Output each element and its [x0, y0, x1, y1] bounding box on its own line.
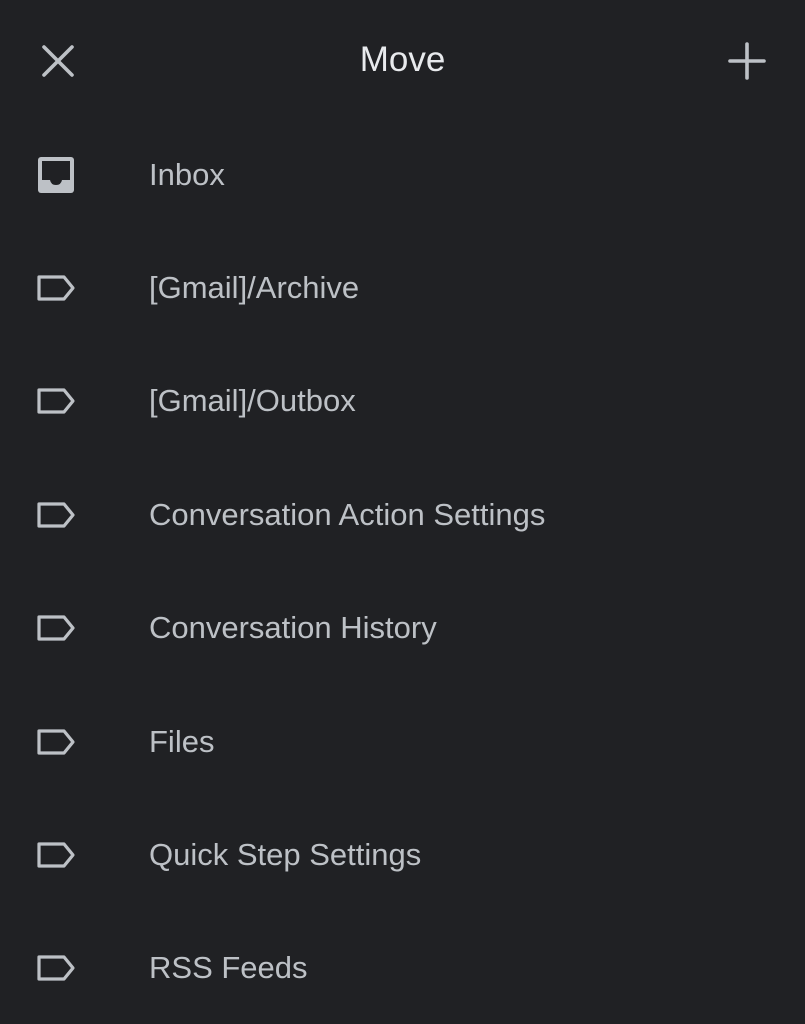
label-icon — [37, 615, 75, 641]
folder-label: Conversation History — [149, 610, 437, 646]
folder-item-gmail-outbox[interactable]: [Gmail]/Outbox — [0, 345, 805, 458]
folder-label: [Gmail]/Archive — [149, 270, 360, 306]
move-dialog: Move Inbox [Gmail]/Archive [Gmail]/Outbo… — [0, 0, 805, 1024]
folder-item-rss-feeds[interactable]: RSS Feeds — [0, 912, 805, 1024]
label-icon — [37, 388, 75, 415]
folder-item-quick-step-settings[interactable]: Quick Step Settings — [0, 798, 805, 911]
inbox-icon — [38, 156, 74, 193]
folder-label: Files — [149, 723, 215, 759]
folder-label: RSS Feeds — [149, 950, 308, 986]
label-icon — [37, 842, 75, 868]
add-folder-button[interactable] — [715, 29, 779, 93]
folder-label: Quick Step Settings — [149, 837, 422, 873]
add-icon — [728, 42, 766, 80]
folder-item-conversation-action-settings[interactable]: Conversation Action Settings — [0, 458, 805, 571]
label-icon — [37, 729, 75, 755]
dialog-header: Move — [0, 0, 805, 120]
folder-label: Inbox — [149, 156, 225, 192]
label-icon — [37, 502, 75, 528]
folder-list: Inbox [Gmail]/Archive [Gmail]/Outbox Con… — [0, 118, 805, 1024]
folder-item-gmail-archive[interactable]: [Gmail]/Archive — [0, 231, 805, 344]
label-icon — [37, 955, 75, 982]
folder-item-conversation-history[interactable]: Conversation History — [0, 572, 805, 685]
folder-item-inbox[interactable]: Inbox — [0, 118, 805, 231]
label-icon — [37, 275, 75, 301]
folder-item-files[interactable]: Files — [0, 685, 805, 798]
dialog-title: Move — [359, 40, 446, 79]
folder-label: Conversation Action Settings — [149, 496, 546, 532]
folder-label: [Gmail]/Outbox — [149, 383, 356, 419]
